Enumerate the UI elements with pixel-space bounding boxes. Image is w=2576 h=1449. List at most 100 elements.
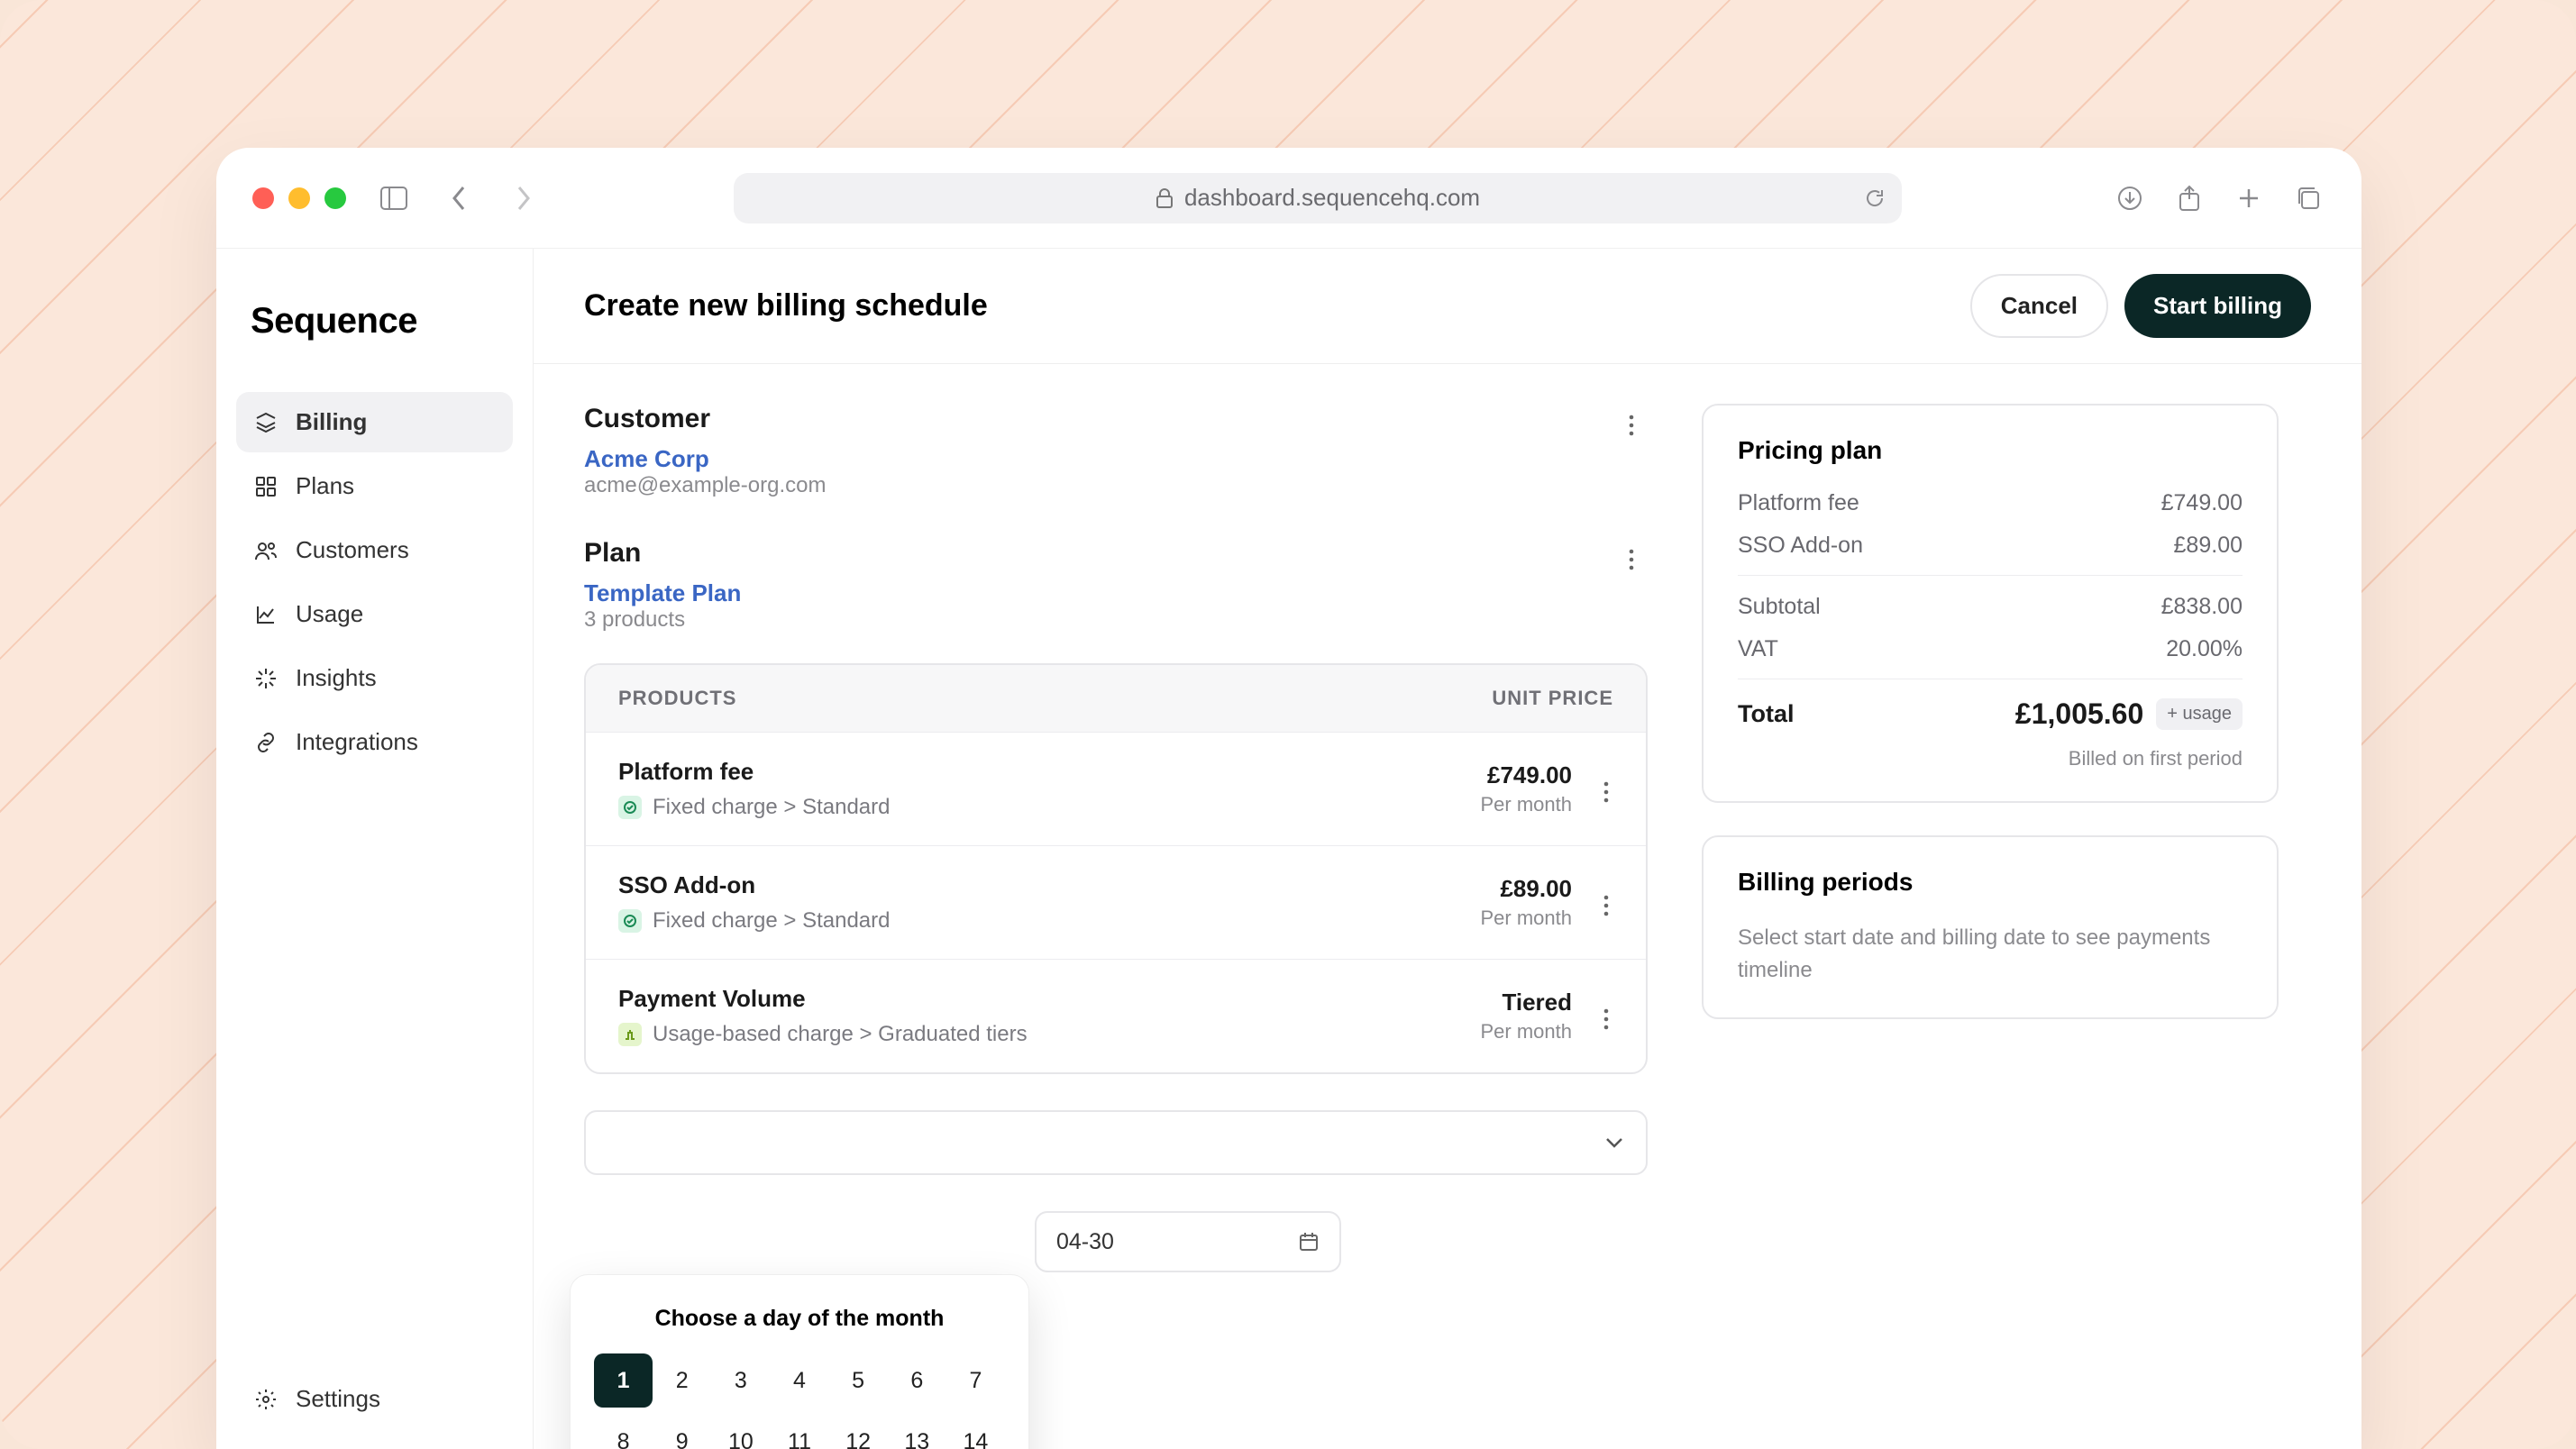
product-period: Per month xyxy=(1481,907,1573,930)
plans-icon xyxy=(252,473,279,500)
address-bar[interactable]: dashboard.sequencehq.com xyxy=(734,173,1902,223)
usage-tag: + usage xyxy=(2156,698,2243,730)
integrations-icon xyxy=(252,729,279,756)
total-value: £1,005.60 xyxy=(2015,697,2143,731)
subtotal-label: Subtotal xyxy=(1738,594,1821,620)
gear-icon xyxy=(252,1386,279,1413)
address-url: dashboard.sequencehq.com xyxy=(1184,184,1480,212)
pricing-line-label: Platform fee xyxy=(1738,490,1859,516)
product-row: SSO Add-on Fixed charge > Standard xyxy=(586,845,1646,959)
product-price: £89.00 xyxy=(1481,875,1573,903)
product-price: £749.00 xyxy=(1481,761,1573,789)
day-cell[interactable]: 5 xyxy=(829,1353,888,1408)
reload-icon[interactable] xyxy=(1864,187,1886,209)
share-icon[interactable] xyxy=(2172,181,2206,215)
traffic-lights xyxy=(252,187,346,209)
frequency-select[interactable] xyxy=(584,1110,1648,1175)
day-cell[interactable]: 2 xyxy=(653,1353,711,1408)
day-cell[interactable]: 7 xyxy=(946,1353,1005,1408)
product-name: Platform fee xyxy=(618,758,1463,786)
day-cell[interactable]: 9 xyxy=(653,1415,711,1449)
sidebar-item-integrations[interactable]: Integrations xyxy=(236,712,513,772)
start-billing-button[interactable]: Start billing xyxy=(2124,274,2311,338)
sidebar-item-customers[interactable]: Customers xyxy=(236,520,513,580)
product-row-menu-icon[interactable] xyxy=(1590,1003,1622,1035)
sidebar-item-label: Customers xyxy=(296,536,409,564)
app-sidebar: Sequence Billing Plans xyxy=(216,249,534,1449)
back-icon[interactable] xyxy=(442,181,476,215)
main-pane: Create new billing schedule Cancel Start… xyxy=(534,249,2361,1449)
products-table: PRODUCTS UNIT PRICE Platform fee xyxy=(584,663,1648,1074)
product-row: Payment Volume Usage-based charge > Grad… xyxy=(586,959,1646,1072)
date-input[interactable]: 04-30 xyxy=(1035,1211,1341,1272)
minimize-window-icon[interactable] xyxy=(288,187,310,209)
calendar-icon xyxy=(1298,1231,1320,1253)
customer-name-link[interactable]: Acme Corp xyxy=(584,445,1615,473)
sidebar-item-plans[interactable]: Plans xyxy=(236,456,513,516)
charge-type-icon xyxy=(618,1023,642,1046)
sidebar-item-label: Usage xyxy=(296,600,363,628)
customers-icon xyxy=(252,537,279,564)
new-tab-icon[interactable] xyxy=(2232,181,2266,215)
product-scheme: Usage-based charge > Graduated tiers xyxy=(653,1022,1028,1047)
day-cell[interactable]: 13 xyxy=(888,1415,946,1449)
product-row-menu-icon[interactable] xyxy=(1590,776,1622,808)
maximize-window-icon[interactable] xyxy=(324,187,346,209)
day-cell[interactable]: 12 xyxy=(829,1415,888,1449)
pricing-plan-title: Pricing plan xyxy=(1738,436,2243,465)
cancel-button[interactable]: Cancel xyxy=(1970,274,2108,338)
sidebar-toggle-icon[interactable] xyxy=(377,181,411,215)
day-cell[interactable]: 4 xyxy=(770,1353,828,1408)
product-row-menu-icon[interactable] xyxy=(1590,889,1622,922)
lock-icon xyxy=(1156,187,1174,209)
price-col-header: UNIT PRICE xyxy=(1492,687,1613,710)
sidebar-item-billing[interactable]: Billing xyxy=(236,392,513,452)
page-title: Create new billing schedule xyxy=(584,288,988,324)
sidebar-item-insights[interactable]: Insights xyxy=(236,648,513,708)
product-name: SSO Add-on xyxy=(618,871,1463,899)
total-label: Total xyxy=(1738,700,1795,728)
sidebar-item-label: Settings xyxy=(296,1385,380,1413)
product-row: Platform fee Fixed charge > Standard xyxy=(586,732,1646,845)
forward-icon[interactable] xyxy=(507,181,541,215)
pricing-line-value: £89.00 xyxy=(2174,533,2243,559)
day-cell[interactable]: 8 xyxy=(594,1415,653,1449)
browser-window: dashboard.sequencehq.com xyxy=(216,148,2361,1449)
close-window-icon[interactable] xyxy=(252,187,274,209)
pricing-line-label: SSO Add-on xyxy=(1738,533,1863,559)
tabs-overview-icon[interactable] xyxy=(2291,181,2325,215)
pricing-plan-card: Pricing plan Platform fee £749.00 SSO Ad… xyxy=(1702,404,2279,803)
customer-menu-icon[interactable] xyxy=(1615,409,1648,442)
day-cell[interactable]: 6 xyxy=(888,1353,946,1408)
sidebar-item-settings[interactable]: Settings xyxy=(236,1369,513,1429)
insights-icon xyxy=(252,665,279,692)
pricing-line-value: £749.00 xyxy=(2161,490,2243,516)
app-logo: Sequence xyxy=(236,301,513,342)
subtotal-value: £838.00 xyxy=(2161,594,2243,620)
billing-icon xyxy=(252,409,279,436)
chevron-down-icon xyxy=(1604,1136,1624,1149)
sidebar-item-label: Plans xyxy=(296,472,354,500)
products-col-header: PRODUCTS xyxy=(618,687,736,710)
plan-menu-icon[interactable] xyxy=(1615,543,1648,576)
day-cell[interactable]: 10 xyxy=(711,1415,770,1449)
day-picker-popover: Choose a day of the month 12345678910111… xyxy=(570,1274,1029,1449)
day-grid: 1234567891011121314151617181920212223242… xyxy=(594,1353,1005,1449)
day-cell[interactable]: 11 xyxy=(770,1415,828,1449)
main-header: Create new billing schedule Cancel Start… xyxy=(534,249,2361,364)
day-picker-title: Choose a day of the month xyxy=(594,1306,1005,1332)
vat-value: 20.00% xyxy=(2166,636,2243,662)
plan-product-count: 3 products xyxy=(584,607,1615,633)
day-cell[interactable]: 1 xyxy=(594,1353,653,1408)
sidebar-item-label: Integrations xyxy=(296,728,418,756)
product-period: Per month xyxy=(1481,793,1573,816)
plan-name-link[interactable]: Template Plan xyxy=(584,579,1615,607)
usage-icon xyxy=(252,601,279,628)
product-scheme: Fixed charge > Standard xyxy=(653,795,891,820)
billing-periods-text: Select start date and billing date to se… xyxy=(1738,922,2243,987)
charge-type-icon xyxy=(618,909,642,933)
sidebar-item-usage[interactable]: Usage xyxy=(236,584,513,644)
day-cell[interactable]: 3 xyxy=(711,1353,770,1408)
download-icon[interactable] xyxy=(2113,181,2147,215)
day-cell[interactable]: 14 xyxy=(946,1415,1005,1449)
